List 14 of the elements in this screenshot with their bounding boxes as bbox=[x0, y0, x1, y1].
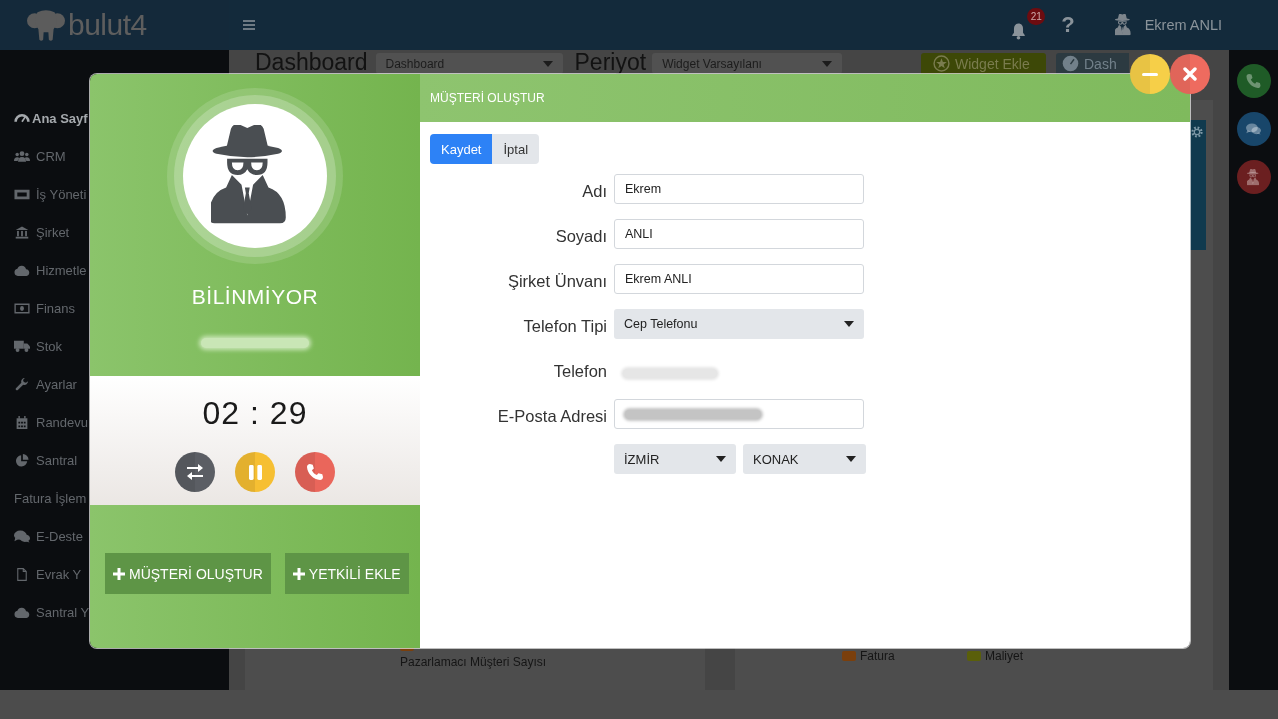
legend-label: Fatura bbox=[860, 649, 895, 663]
legend-label: Maliyet bbox=[985, 649, 1023, 663]
field-label: Şirket Ünvanı bbox=[506, 271, 607, 291]
field-label: Telefon bbox=[552, 361, 607, 381]
call-timer: 02 : 29 bbox=[202, 394, 308, 433]
brand-name: bulut4 bbox=[68, 8, 147, 42]
field-label: Soyadı bbox=[554, 226, 607, 246]
dialog-title: MÜŞTERİ OLUŞTUR bbox=[430, 91, 545, 105]
legend-label: Pazarlamacı Müşteri Sayısı bbox=[400, 655, 547, 669]
field-label: E-Posta Adresi bbox=[496, 406, 607, 426]
caller-name: BİLİNMİYOR bbox=[191, 285, 319, 309]
field-label: Telefon Tipi bbox=[522, 316, 607, 336]
notification-badge: 21 bbox=[1027, 8, 1046, 25]
field-label: Adı bbox=[581, 181, 607, 201]
